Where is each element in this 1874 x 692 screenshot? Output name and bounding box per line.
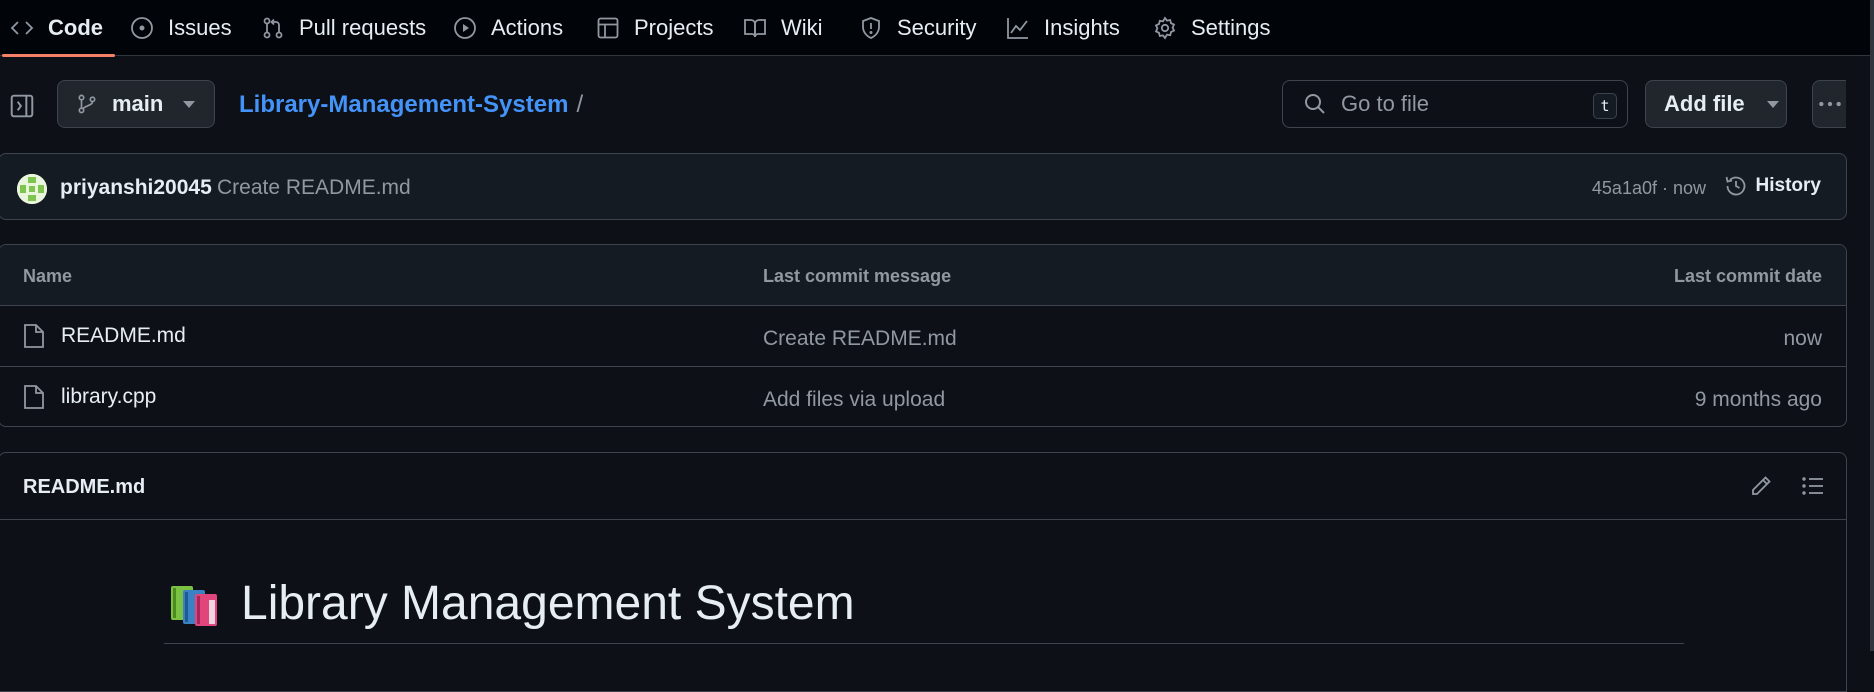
- tab-label: Insights: [1044, 15, 1120, 40]
- sidebar-toggle-button[interactable]: [8, 92, 36, 120]
- file-table: Name Last commit message Last commit dat…: [0, 244, 1847, 427]
- tab-settings[interactable]: Settings: [1153, 0, 1271, 56]
- books-emoji-icon: [169, 580, 225, 628]
- heading-divider: [164, 643, 1684, 644]
- avatar[interactable]: [17, 174, 47, 204]
- more-options-button[interactable]: [1812, 80, 1846, 128]
- branch-selector-button[interactable]: main: [57, 80, 215, 128]
- tab-code[interactable]: Code: [2, 0, 115, 57]
- sidebar-expand-icon: [9, 93, 35, 119]
- file-name-cell: library.cpp: [23, 384, 156, 410]
- chevron-down-icon: [1766, 100, 1779, 108]
- path-separator: /: [576, 91, 584, 118]
- branch-name: main: [112, 91, 164, 116]
- pencil-icon: [1749, 474, 1773, 498]
- commit-author-link[interactable]: priyanshi20045: [60, 176, 212, 200]
- gear-icon: [1153, 16, 1177, 40]
- file-icon: [23, 323, 45, 349]
- list-unordered-icon: [1801, 474, 1825, 498]
- tab-label: Security: [897, 15, 977, 40]
- tab-label: Wiki: [781, 15, 823, 40]
- page-scrollbar[interactable]: [1870, 0, 1874, 651]
- column-header-commit-date: Last commit date: [1673, 266, 1822, 286]
- book-icon: [743, 16, 767, 40]
- git-branch-icon: [76, 93, 98, 115]
- go-to-file-input[interactable]: Go to file t: [1282, 80, 1628, 128]
- tab-actions[interactable]: Actions: [453, 0, 563, 56]
- go-to-file-placeholder: Go to file: [1341, 91, 1430, 116]
- outline-button[interactable]: [1798, 471, 1828, 501]
- table-row: README.md Create README.md now: [0, 306, 1846, 367]
- commit-hash-and-time[interactable]: 45a1a0f · now: [1592, 178, 1706, 199]
- tab-projects[interactable]: Projects: [596, 0, 713, 56]
- tab-label: Code: [48, 15, 103, 40]
- tab-label: Actions: [491, 15, 564, 40]
- file-icon: [23, 384, 45, 410]
- readme-filename[interactable]: README.md: [23, 476, 145, 499]
- file-name-cell: README.md: [23, 323, 186, 349]
- breadcrumb: Library-Management-System /: [239, 88, 583, 122]
- commit-message-link[interactable]: Create README.md: [217, 176, 411, 200]
- shield-icon: [859, 16, 883, 40]
- pull-request-icon: [261, 16, 285, 40]
- file-link[interactable]: README.md: [61, 324, 186, 348]
- column-header-name: Name: [23, 266, 73, 286]
- tab-label: Settings: [1191, 15, 1271, 40]
- chevron-down-icon: [183, 100, 196, 108]
- table-icon: [596, 16, 620, 40]
- readme-heading: Library Management System: [169, 576, 855, 631]
- repo-nav: Code Issues Pull requests Actions Projec…: [0, 0, 1874, 57]
- history-button[interactable]: History: [1724, 174, 1821, 198]
- latest-commit-box: priyanshi20045 Create README.md 45a1a0f …: [0, 153, 1847, 220]
- file-link[interactable]: library.cpp: [61, 385, 156, 409]
- code-icon: [10, 16, 34, 40]
- issue-icon: [130, 16, 154, 40]
- tab-pull-requests[interactable]: Pull requests: [261, 0, 426, 56]
- readme-header: README.md: [0, 453, 1846, 520]
- history-label: History: [1755, 175, 1821, 196]
- file-commit-date: 9 months ago: [1694, 388, 1822, 411]
- history-icon: [1724, 174, 1748, 198]
- add-file-button[interactable]: Add file: [1645, 80, 1787, 128]
- repo-name-link[interactable]: Library-Management-System: [239, 91, 568, 119]
- file-commit-message[interactable]: Add files via upload: [763, 388, 945, 412]
- tab-insights[interactable]: Insights: [1006, 0, 1120, 56]
- add-file-label: Add file: [1664, 91, 1745, 116]
- table-header: Name Last commit message Last commit dat…: [0, 245, 1846, 306]
- column-header-commit-message: Last commit message: [763, 266, 952, 286]
- tab-wiki[interactable]: Wiki: [743, 0, 823, 56]
- readme-heading-text: Library Management System: [241, 577, 855, 630]
- tab-label: Projects: [634, 15, 714, 40]
- tab-label: Issues: [168, 15, 232, 40]
- tab-label: Pull requests: [299, 15, 427, 40]
- tab-issues[interactable]: Issues: [130, 0, 232, 56]
- tab-security[interactable]: Security: [859, 0, 976, 56]
- graph-icon: [1006, 16, 1030, 40]
- play-icon: [453, 16, 477, 40]
- kebab-horizontal-icon: [1817, 91, 1843, 117]
- readme-panel: README.md Library Management System: [0, 452, 1847, 692]
- table-row: library.cpp Add files via upload 9 month…: [0, 367, 1846, 426]
- edit-readme-button[interactable]: [1746, 471, 1776, 501]
- keyboard-shortcut-hint: t: [1593, 93, 1617, 119]
- file-commit-message[interactable]: Create README.md: [763, 327, 957, 351]
- file-commit-date: now: [1783, 327, 1822, 350]
- search-icon: [1303, 92, 1327, 116]
